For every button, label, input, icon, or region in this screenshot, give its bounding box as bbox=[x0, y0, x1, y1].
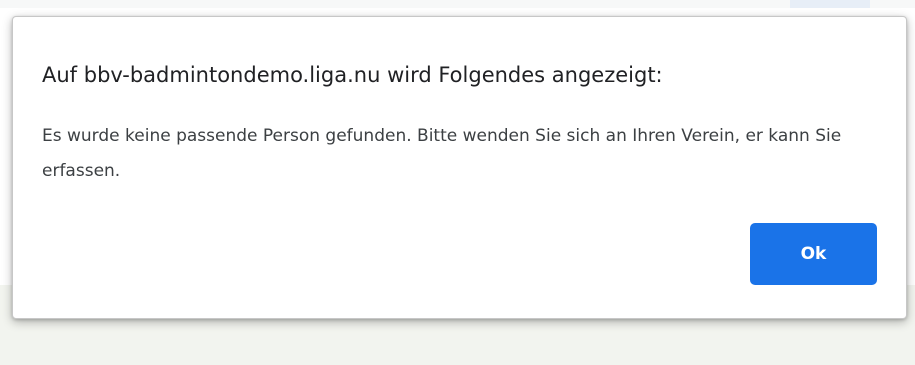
dialog-message: Es wurde keine passende Person gefunden.… bbox=[42, 126, 842, 181]
dialog-title: Auf bbv-badmintondemo.liga.nu wird Folge… bbox=[42, 63, 663, 87]
ok-button[interactable]: Ok bbox=[750, 223, 877, 285]
alert-dialog: Auf bbv-badmintondemo.liga.nu wird Folge… bbox=[12, 16, 907, 319]
browser-background-top bbox=[0, 0, 915, 8]
browser-background-tab bbox=[790, 0, 870, 8]
